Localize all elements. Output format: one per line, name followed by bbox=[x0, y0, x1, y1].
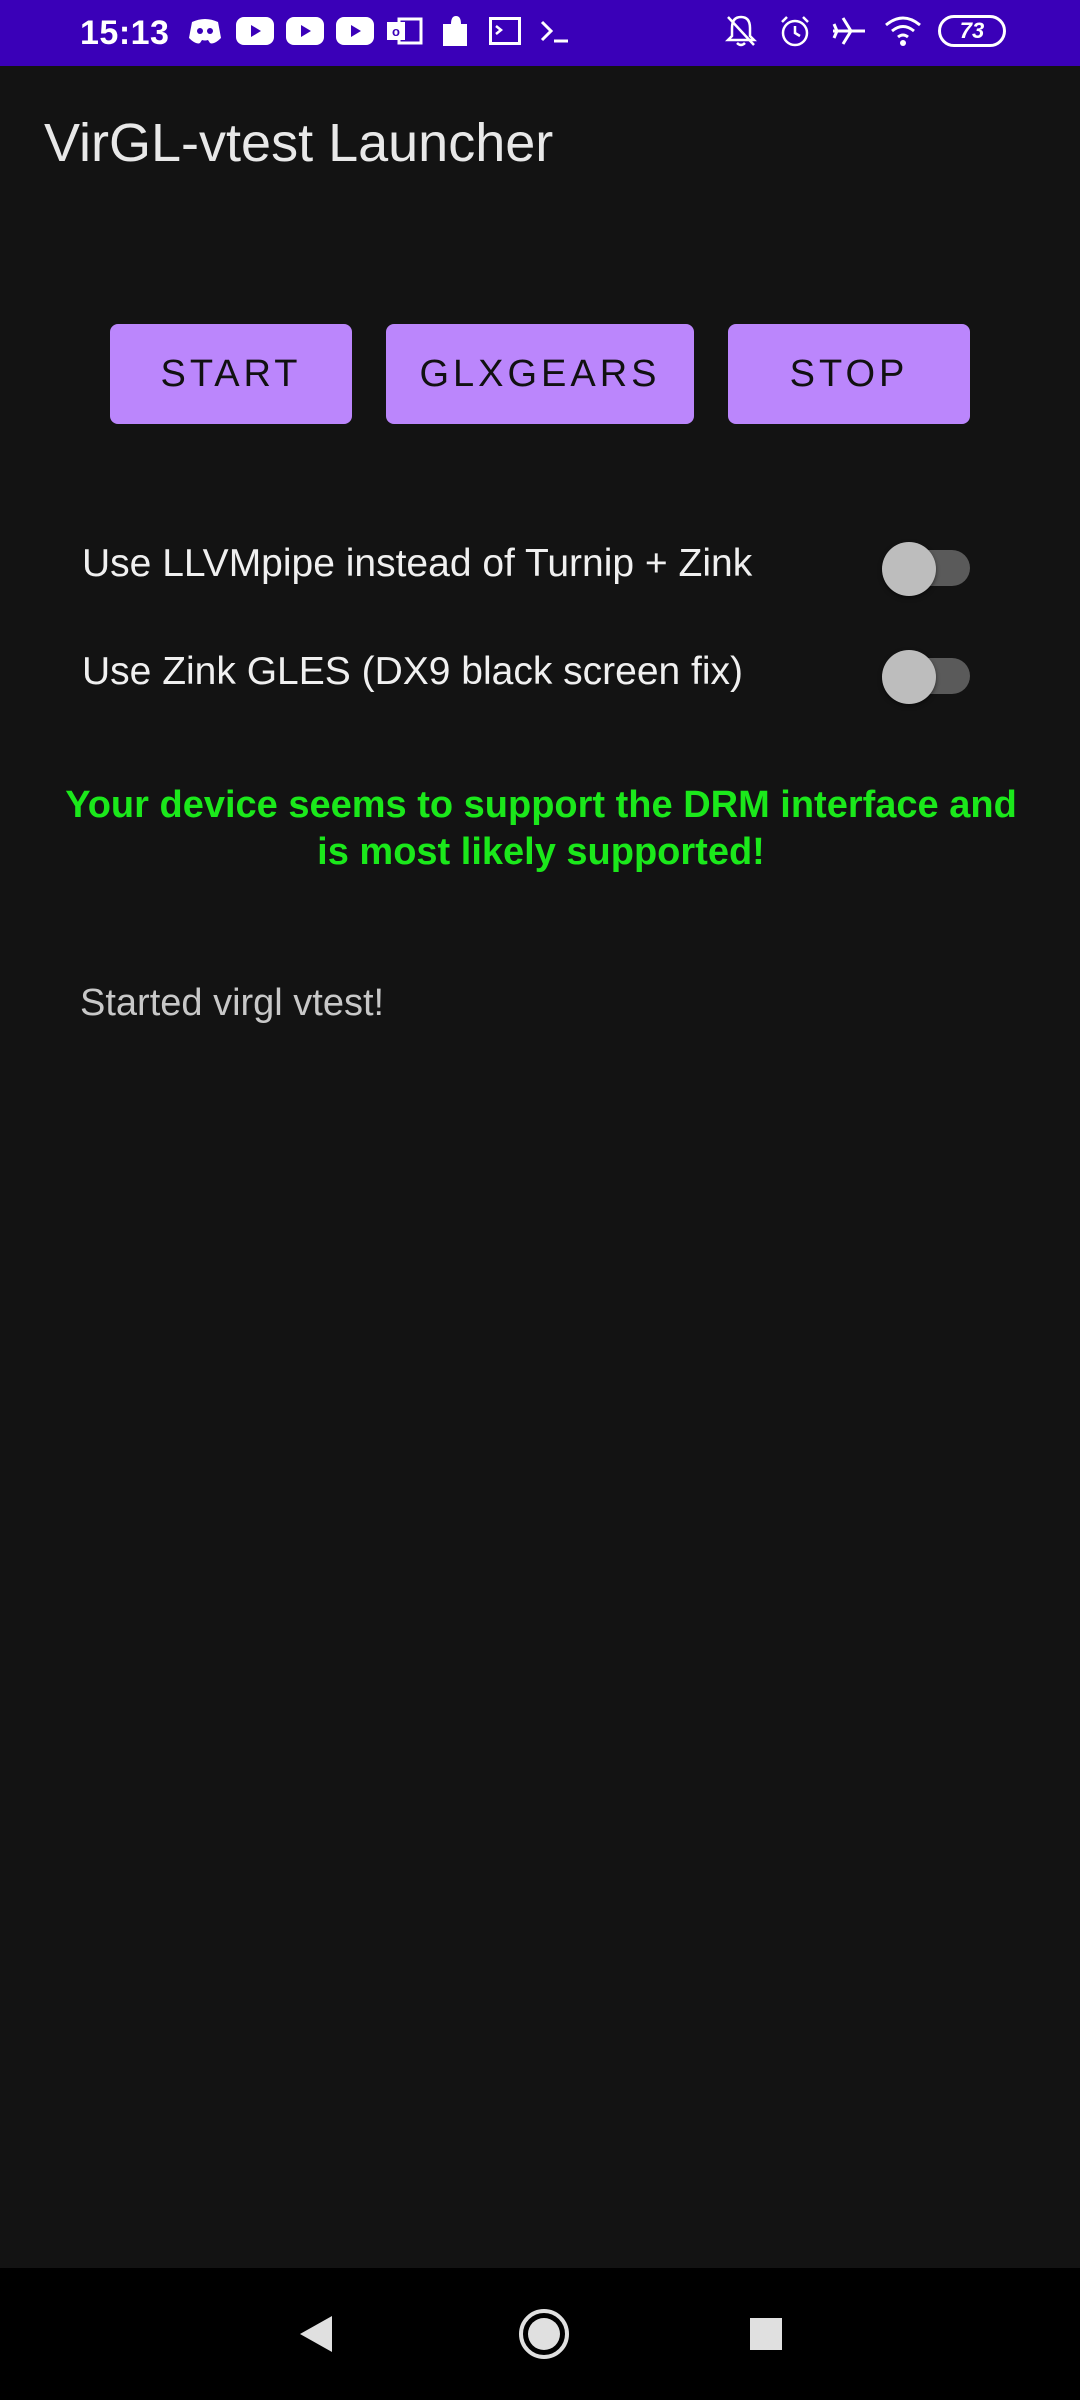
terminal-window-icon bbox=[486, 12, 524, 50]
battery-indicator: 73 bbox=[938, 15, 1006, 47]
terminal-prompt-icon bbox=[536, 12, 574, 50]
wifi-icon bbox=[884, 12, 922, 50]
drm-support-message: Your device seems to support the DRM int… bbox=[65, 784, 1017, 873]
app-title: VirGL-vtest Launcher bbox=[44, 113, 554, 173]
zink-gles-toggle-row[interactable]: Use Zink GLES (DX9 black screen fix) bbox=[82, 638, 982, 708]
puzzle-icon bbox=[436, 12, 474, 50]
discord-icon bbox=[186, 12, 224, 50]
llvmpipe-toggle-row[interactable]: Use LLVMpipe instead of Turnip + Zink bbox=[82, 530, 982, 600]
status-time: 15:13 bbox=[80, 14, 170, 52]
zink-gles-toggle-label: Use Zink GLES (DX9 black screen fix) bbox=[82, 650, 744, 693]
navigation-bar bbox=[0, 2268, 1080, 2400]
system-icons: 73 bbox=[722, 12, 1006, 50]
llvmpipe-toggle-label: Use LLVMpipe instead of Turnip + Zink bbox=[82, 542, 753, 585]
switch-thumb bbox=[882, 650, 936, 704]
youtube-icon bbox=[286, 12, 324, 50]
back-button[interactable] bbox=[286, 2304, 346, 2364]
notification-icons: o bbox=[186, 12, 574, 50]
switch-thumb bbox=[882, 542, 936, 596]
recents-button[interactable] bbox=[736, 2304, 796, 2364]
recents-icon bbox=[750, 2318, 782, 2350]
back-icon bbox=[300, 2316, 332, 2352]
alarm-icon bbox=[776, 12, 814, 50]
airplane-icon bbox=[830, 12, 868, 50]
svg-text:o: o bbox=[392, 24, 400, 39]
start-button[interactable]: START bbox=[110, 324, 352, 424]
home-icon bbox=[519, 2309, 569, 2359]
llvmpipe-switch[interactable] bbox=[882, 532, 970, 596]
outlook-icon: o bbox=[386, 12, 424, 50]
youtube-icon bbox=[336, 12, 374, 50]
stop-button[interactable]: STOP bbox=[728, 324, 970, 424]
glxgears-button[interactable]: GLXGEARS bbox=[386, 324, 694, 424]
status-bar: 15:13 o 73 bbox=[0, 0, 1080, 66]
bell-off-icon bbox=[722, 12, 760, 50]
status-log: Started virgl vtest! bbox=[80, 982, 385, 1024]
youtube-icon bbox=[236, 12, 274, 50]
zink-gles-switch[interactable] bbox=[882, 640, 970, 704]
home-button[interactable] bbox=[514, 2304, 574, 2364]
